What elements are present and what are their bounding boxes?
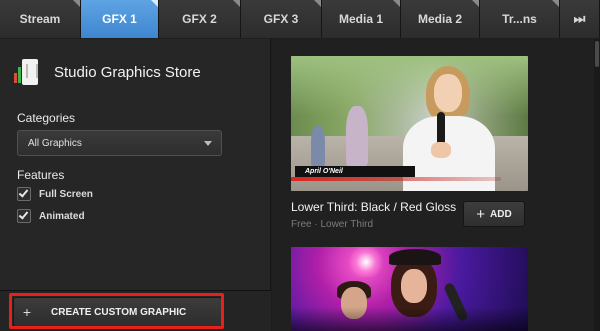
tab-label: Tr...ns	[502, 12, 537, 26]
plus-icon: +	[476, 205, 486, 223]
card-subtitle: Free · Lower Third	[291, 219, 374, 230]
add-button-label: ADD	[490, 208, 512, 220]
plus-icon: +	[22, 304, 32, 320]
tab-media-1[interactable]: Media 1	[322, 0, 401, 38]
tab-label: Media 2	[417, 12, 462, 26]
reporter-hand	[431, 142, 451, 158]
feature-full-screen[interactable]: Full Screen	[17, 187, 93, 201]
create-custom-graphic-button[interactable]: + CREATE CUSTOM GRAPHIC	[13, 297, 222, 327]
logo-document	[22, 59, 38, 85]
store-logo-icon	[14, 59, 42, 85]
concert-preview-image[interactable]	[291, 247, 528, 331]
skip-forward-icon: ⏭	[573, 11, 586, 26]
tab-bar: Stream GFX 1 GFX 2 GFX 3 Media 1 Media 2…	[0, 0, 600, 38]
scrollbar-thumb[interactable]	[595, 41, 599, 67]
categories-selected-value: All Graphics	[28, 137, 82, 149]
card-title: Lower Third: Black / Red Gloss	[291, 200, 457, 214]
lower-third-name-bar: April O'Neil	[295, 166, 415, 177]
lower-third-preview-image[interactable]: April O'Neil	[291, 56, 528, 191]
image-shadow	[291, 307, 528, 331]
tab-label: Stream	[19, 12, 61, 26]
chevron-down-icon	[204, 141, 212, 146]
store-sidebar: Studio Graphics Store Categories All Gra…	[0, 39, 271, 331]
features-label: Features	[17, 168, 65, 182]
tab-media-2[interactable]: Media 2	[401, 0, 480, 38]
reporter-face	[434, 74, 462, 112]
logo-bar-green	[18, 67, 21, 83]
logo-bar-red	[14, 73, 17, 83]
feature-label: Full Screen	[39, 188, 93, 200]
tab-transitions[interactable]: Tr...ns	[480, 0, 560, 38]
feature-animated[interactable]: Animated	[17, 209, 85, 223]
scrollbar[interactable]	[594, 39, 600, 331]
tab-gfx-3[interactable]: GFX 3	[241, 0, 322, 38]
checkmark-icon	[18, 187, 29, 198]
checkbox[interactable]	[17, 209, 31, 223]
create-button-label: CREATE CUSTOM GRAPHIC	[51, 306, 187, 318]
background-person	[311, 126, 325, 166]
categories-select[interactable]: All Graphics	[17, 130, 222, 156]
tab-label: GFX 1	[102, 12, 137, 26]
singer-face	[401, 269, 427, 303]
tab-corner-indicator	[151, 0, 158, 7]
image-sky	[291, 56, 528, 116]
add-button[interactable]: + ADD	[463, 201, 525, 227]
tab-corner-indicator	[233, 0, 240, 7]
store-header: Studio Graphics Store	[14, 59, 201, 85]
tab-label: Media 1	[338, 12, 383, 26]
tab-corner-indicator	[552, 0, 559, 7]
tab-gfx-1[interactable]: GFX 1	[81, 0, 159, 38]
lower-third-red-stripe	[291, 177, 501, 181]
tab-corner-indicator	[393, 0, 400, 7]
tab-gfx-2[interactable]: GFX 2	[159, 0, 241, 38]
stage-light	[346, 247, 386, 277]
tab-corner-indicator	[472, 0, 479, 7]
checkmark-icon	[18, 209, 29, 220]
feature-label: Animated	[39, 210, 85, 222]
categories-label: Categories	[17, 111, 76, 125]
store-title: Studio Graphics Store	[54, 63, 201, 81]
tab-corner-indicator	[73, 0, 80, 7]
tab-label: GFX 2	[182, 12, 217, 26]
more-tabs-button[interactable]: ⏭	[560, 0, 600, 38]
background-person	[346, 106, 368, 166]
checkbox[interactable]	[17, 187, 31, 201]
tab-stream[interactable]: Stream	[0, 0, 81, 38]
singer-hat	[389, 249, 441, 265]
tab-label: GFX 3	[263, 12, 299, 26]
tab-corner-indicator	[314, 0, 321, 7]
